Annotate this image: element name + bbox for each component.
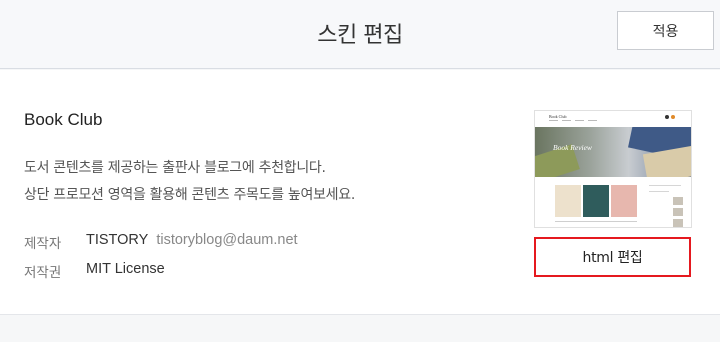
skin-description-line: 상단 프로모션 영역을 활용해 콘텐츠 주목도를 높여보세요. — [24, 187, 355, 203]
thumbnail-side-line — [649, 191, 669, 192]
thumbnail-card — [555, 185, 581, 217]
author-email: tistoryblog@daum.net — [156, 232, 298, 248]
skin-info-panel: Book Club 도서 콘텐츠를 제공하는 출판사 블로그에 추천합니다. 상… — [0, 70, 720, 315]
thumbnail-side-image — [673, 197, 683, 205]
thumbnail-banner: Book Review — [535, 127, 691, 177]
thumbnail-side-line — [649, 185, 681, 186]
skin-name: Book Club — [24, 110, 103, 129]
thumbnail-card — [583, 185, 609, 217]
thumbnail-dot-icon — [665, 115, 669, 119]
license-row: 저작권 MIT License — [24, 261, 165, 281]
thumbnail-banner-title: Book Review — [553, 143, 592, 152]
thumbnail-nav — [549, 120, 558, 121]
author-label: 제작자 — [24, 236, 62, 252]
thumbnail-nav — [562, 120, 571, 121]
license-label: 저작권 — [24, 265, 62, 281]
thumbnail-side-image — [673, 219, 683, 227]
skin-description: 도서 콘텐츠를 제공하는 출판사 블로그에 추천합니다. 상단 프로모션 영역을… — [24, 155, 355, 209]
html-edit-button[interactable]: html 편집 — [534, 237, 691, 277]
thumbnail-nav — [588, 120, 597, 121]
thumbnail-logo: Book Club — [549, 114, 567, 119]
skin-thumbnail[interactable]: Book Club Book Review — [534, 110, 692, 228]
page-title: 스킨 편집 — [317, 23, 403, 48]
apply-button[interactable]: 적용 — [617, 11, 714, 50]
author-row: 제작자 TISTORY tistoryblog@daum.net — [24, 232, 298, 252]
thumbnail-nav — [575, 120, 584, 121]
license-value: MIT License — [86, 261, 165, 277]
top-header-bar: 스킨 편집 적용 — [0, 0, 720, 69]
thumbnail-topbar: Book Club — [535, 111, 691, 127]
author-name: TISTORY — [86, 232, 149, 248]
thumbnail-card — [611, 185, 637, 217]
thumbnail-text-line — [555, 221, 637, 222]
thumbnail-dot-icon — [671, 115, 675, 119]
skin-description-line: 도서 콘텐츠를 제공하는 출판사 블로그에 추천합니다. — [24, 160, 326, 176]
thumbnail-side-image — [673, 208, 683, 216]
